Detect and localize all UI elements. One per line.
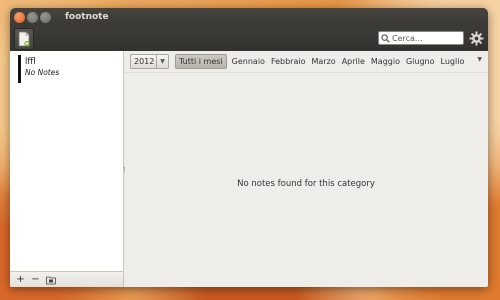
new-note-button[interactable]: [14, 27, 34, 50]
notes-panel: 2012 ▼ Tutti i mesi Gennaio Febbraio Mar…: [124, 51, 488, 287]
new-note-icon: [18, 31, 30, 46]
category-item[interactable]: lffl No Notes: [18, 55, 123, 83]
maximize-window-button[interactable]: [40, 11, 51, 23]
category-sidebar: lffl No Notes + −: [10, 51, 124, 287]
month-tab-aprile[interactable]: Aprile: [339, 54, 368, 69]
month-tab-febbraio[interactable]: Febbraio: [268, 54, 309, 69]
gear-icon: [468, 30, 484, 46]
search-icon: [381, 33, 390, 43]
month-tab-luglio[interactable]: Luglio: [438, 54, 468, 69]
month-tab-all[interactable]: Tutti i mesi: [175, 54, 227, 69]
title-bar: footnote: [10, 8, 488, 26]
window-title: footnote: [65, 12, 109, 22]
month-tab-marzo[interactable]: Marzo: [309, 54, 339, 69]
search-input[interactable]: [390, 32, 460, 44]
month-tab-maggio[interactable]: Maggio: [368, 54, 403, 69]
sidebar-footer: + −: [10, 271, 123, 287]
close-window-button[interactable]: [14, 11, 25, 23]
month-filter-bar: 2012 ▼ Tutti i mesi Gennaio Febbraio Mar…: [124, 51, 488, 73]
dropdown-arrow-icon: ▼: [156, 55, 168, 68]
folder-icon: [45, 276, 56, 284]
year-dropdown[interactable]: 2012 ▼: [130, 54, 169, 69]
toolbar: [10, 26, 488, 51]
category-note-count: No Notes: [25, 68, 60, 77]
empty-state-message: No notes found for this category: [237, 179, 375, 189]
app-window: footnote Cerca... lffl No Notes + − 2012…: [10, 8, 488, 287]
month-tab-giugno[interactable]: Giugno: [403, 54, 438, 69]
year-value: 2012: [134, 57, 155, 66]
remove-category-button[interactable]: −: [29, 273, 42, 286]
settings-button[interactable]: [468, 30, 484, 46]
add-category-button[interactable]: +: [14, 273, 27, 286]
month-tab-gennaio[interactable]: Gennaio: [229, 54, 268, 69]
pane-splitter-handle[interactable]: [124, 167, 126, 173]
search-box: [378, 31, 464, 45]
folder-button[interactable]: [44, 273, 57, 286]
more-months-arrow-icon[interactable]: ▼: [477, 56, 482, 63]
content-area: lffl No Notes + − 2012 ▼ Tutti i mesi Ge…: [10, 51, 488, 287]
minimize-window-button[interactable]: [27, 11, 38, 23]
category-name: lffl: [25, 57, 36, 67]
